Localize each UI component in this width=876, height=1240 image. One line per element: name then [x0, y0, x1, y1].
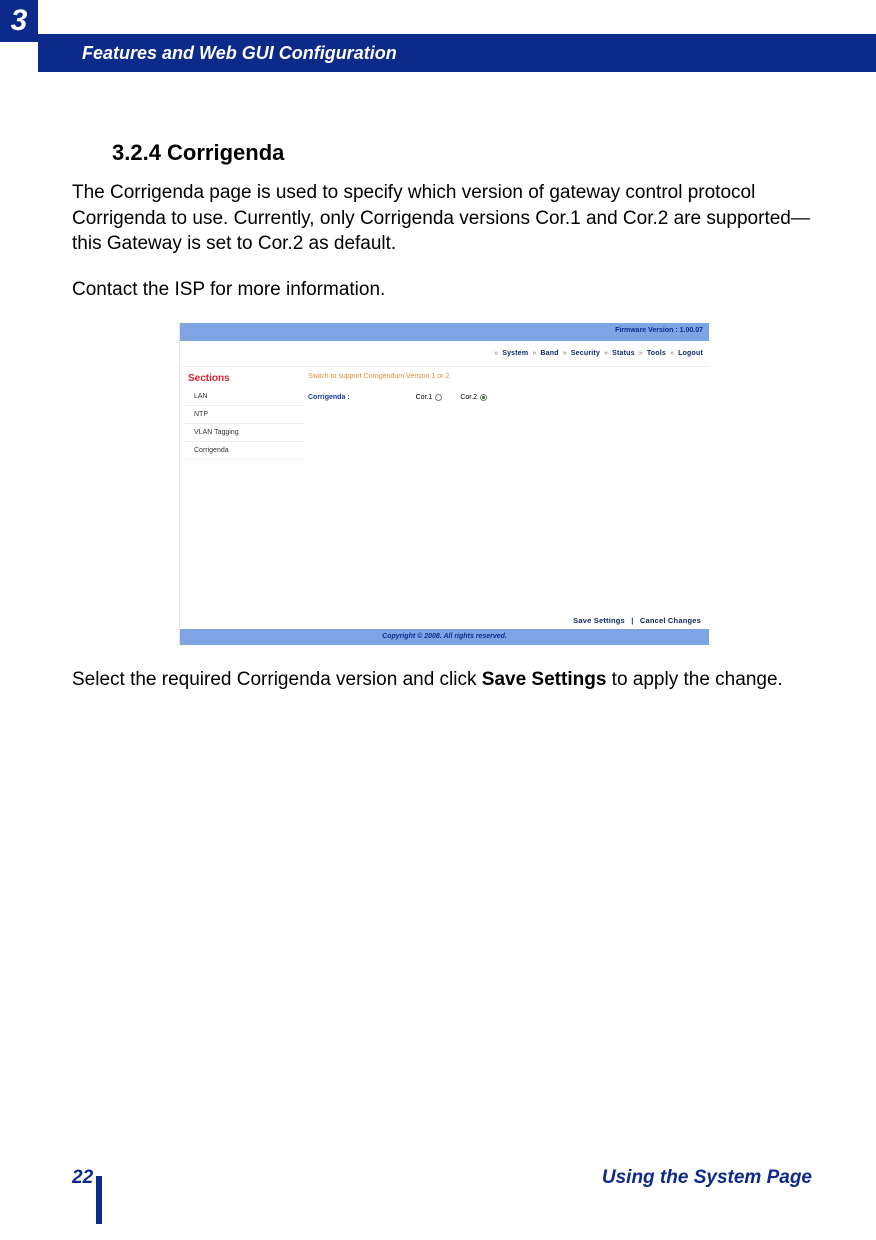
nav-sep-icon: » — [563, 350, 567, 357]
nav-system[interactable]: System — [502, 350, 528, 357]
paragraph-2: Contact the ISP for more information. — [72, 277, 816, 303]
nav-sep-icon: » — [639, 350, 643, 357]
paragraph-3-strong: Save Settings — [482, 669, 607, 690]
embedded-screenshot: Firmware Version : 1.00.07 » System » Band… — [72, 323, 816, 645]
chapter-header-bar: Features and Web GUI Configuration — [38, 34, 876, 72]
chapter-number-tab: 3 — [0, 0, 38, 42]
nav-tools[interactable]: Tools — [647, 350, 666, 357]
gui-main: Switch to support Corrigendum Version 1 … — [308, 373, 703, 401]
chapter-header-title: Features and Web GUI Configuration — [82, 43, 397, 64]
nav-status[interactable]: Status — [612, 350, 635, 357]
radio-cor2[interactable]: Cor.2 — [460, 394, 487, 401]
gui-copyright: Copyright © 2008. All rights reserved. — [180, 629, 709, 645]
gui-top-bar: Firmware Version : 1.00.07 — [180, 323, 709, 341]
nav-sep-icon: » — [494, 350, 498, 357]
radio-cor1[interactable]: Cor.1 — [416, 394, 443, 401]
actions-divider-icon: | — [631, 616, 633, 625]
corrigenda-row: Corrigenda : Cor.1 Cor.2 — [308, 394, 703, 401]
nav-sep-icon: » — [670, 350, 674, 357]
paragraph-1: The Corrigenda page is used to specify w… — [72, 180, 816, 257]
page-number: 22 — [72, 1167, 93, 1189]
sidebar-title: Sections — [184, 373, 304, 384]
paragraph-3-post: to apply the change. — [606, 669, 782, 690]
radio-unselected-icon — [435, 394, 442, 401]
save-settings-button[interactable]: Save Settings — [573, 616, 625, 625]
sidebar-item-corrigenda[interactable]: Corrigenda — [184, 442, 304, 460]
sidebar-item-vlan-tagging[interactable]: VLAN Tagging — [184, 424, 304, 442]
paragraph-3: Select the required Corrigenda version a… — [72, 667, 816, 693]
gui-sidebar: Sections LAN NTP VLAN Tagging Corrigenda — [184, 373, 304, 460]
nav-band[interactable]: Band — [540, 350, 558, 357]
hint-text: Switch to support Corrigendum Version 1 … — [308, 373, 703, 380]
footer-title: Using the System Page — [602, 1167, 812, 1189]
corrigenda-label: Corrigenda : — [308, 394, 350, 401]
radio-selected-icon — [480, 394, 487, 401]
firmware-version-label: Firmware Version : 1.00.07 — [615, 327, 703, 334]
gui-window: Firmware Version : 1.00.07 » System » Band… — [179, 323, 709, 645]
cancel-changes-button[interactable]: Cancel Changes — [640, 616, 701, 625]
radio-cor1-label: Cor.1 — [416, 394, 433, 401]
page-body: 3.2.4 Corrigenda The Corrigenda page is … — [72, 140, 816, 712]
footer-rule-icon — [96, 1176, 102, 1224]
gui-actions: Save Settings | Cancel Changes — [573, 616, 701, 625]
sidebar-item-ntp[interactable]: NTP — [184, 406, 304, 424]
nav-sep-icon: » — [532, 350, 536, 357]
section-heading: 3.2.4 Corrigenda — [112, 140, 816, 166]
gui-nav-items: » System » Band » Security » Status » Tools »… — [494, 350, 703, 357]
paragraph-3-pre: Select the required Corrigenda version a… — [72, 669, 482, 690]
radio-cor2-label: Cor.2 — [460, 394, 477, 401]
gui-nav-band: » System » Band » Security » Status » Tools »… — [180, 341, 709, 367]
corrigenda-options: Cor.1 Cor.2 — [416, 394, 487, 401]
nav-sep-icon: » — [604, 350, 608, 357]
nav-security[interactable]: Security — [571, 350, 600, 357]
page-footer: 22 Using the System Page — [72, 1164, 812, 1192]
gui-body: Sections LAN NTP VLAN Tagging Corrigenda… — [180, 367, 709, 613]
nav-logout[interactable]: Logout — [678, 350, 703, 357]
sidebar-item-lan[interactable]: LAN — [184, 388, 304, 406]
